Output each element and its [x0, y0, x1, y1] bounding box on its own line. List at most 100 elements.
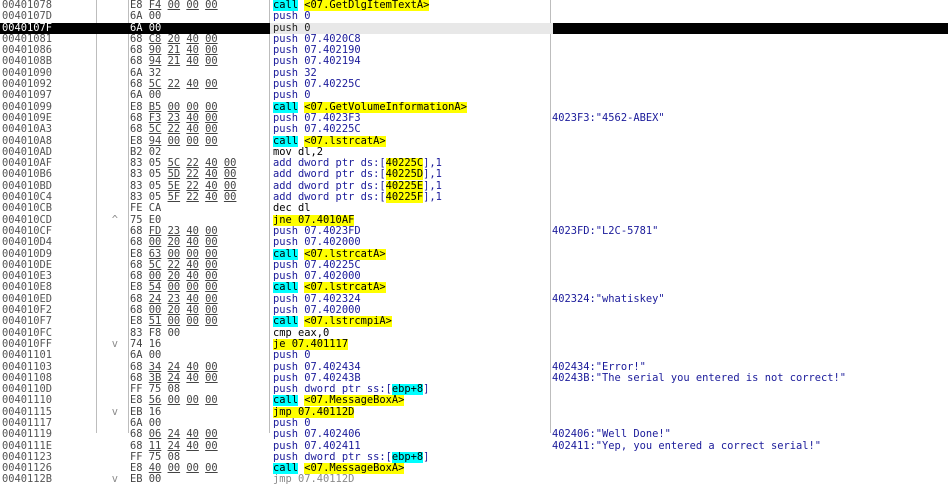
instruction-cell: push 0 [270, 22, 553, 34]
instruction-cell: add dword ptr ds:[40225C],1 [270, 158, 553, 170]
instruction-cell: mov dl,2 [270, 147, 553, 158]
disasm-row[interactable]: 00401117 6A 00 push 0 [0, 418, 948, 429]
disasm-row[interactable]: 00401103 68 34 24 40 00 push 07.402434 4024… [0, 362, 948, 373]
call-target[interactable]: <07.lstrcatA> [304, 135, 386, 147]
disasm-row[interactable]: 004010ED 68 24 23 40 00 push 07.402324 4023… [0, 294, 948, 305]
call-target[interactable]: <07.GetDlgItemTextA> [304, 0, 430, 11]
disasm-row[interactable]: 0040109E 68 F3 23 40 00 push 07.4023F3 4023… [0, 113, 948, 124]
instruction-text: push dword ptr ss:[ [273, 451, 392, 463]
bytes-cell: E8 56 00 00 00 [130, 395, 218, 407]
disasm-row[interactable]: 0040111E 68 11 24 40 00 push 07.402411 4024… [0, 441, 948, 452]
disasm-row[interactable]: 00401126 E8 40 00 00 00 call <07.MessageBo… [0, 463, 948, 475]
call-target[interactable]: <07.GetVolumeInformationA> [304, 101, 467, 113]
instruction-cell: add dword ptr ds:[40225D],1 [270, 169, 553, 181]
instruction-text: push 07.402190 [273, 45, 361, 57]
call-target[interactable]: <07.MessageBoxA> [304, 463, 405, 475]
disasm-row[interactable]: 00401078 E8 F4 00 00 00 call <07.GetDlgIte… [0, 0, 948, 11]
disasm-row[interactable]: 00401081 68 C8 20 40 00 push 07.4020C8 [0, 34, 948, 45]
address-cell: 004010F7 [2, 316, 53, 328]
comment-cell [552, 316, 948, 327]
disasm-row[interactable]: 0040112B v EB 00 jmp 07.40112D [0, 474, 948, 485]
jump-arrow-cell [98, 102, 118, 113]
disasm-row[interactable]: 00401097 6A 00 push 0 [0, 90, 948, 101]
address-cell: 004010F2 [2, 305, 53, 317]
instruction-text: add dword ptr ds:[ [273, 169, 386, 181]
disasm-row[interactable]: 0040110D FF 75 08 push dword ptr ss:[ebp+8… [0, 384, 948, 396]
call-target[interactable]: <07.MessageBoxA> [304, 395, 405, 407]
address-cell: 004010B6 [2, 169, 53, 181]
bytes-cell: 68 90 21 40 00 [130, 45, 218, 57]
disasm-row[interactable]: 00401099 E8 B5 00 00 00 call <07.GetVolume… [0, 101, 948, 113]
operand-highlight: ebp+8 [391, 384, 424, 396]
disasm-row[interactable]: 004010AD B2 02 mov dl,2 [0, 147, 948, 158]
instruction-text: dec dl [273, 203, 311, 215]
instruction-text: push 0 [273, 22, 311, 34]
disasm-row[interactable]: 00401090 6A 32 push 32 [0, 68, 948, 79]
instruction-text: add dword ptr ds:[ [273, 158, 386, 170]
instruction-cell: push 07.402194 [270, 56, 553, 67]
disasm-row[interactable]: 00401110 E8 56 00 00 00 call <07.MessageBo… [0, 395, 948, 407]
disasm-row[interactable]: 004010F7 E8 51 00 00 00 call <07.lstrcmpiA… [0, 316, 948, 328]
disasm-row[interactable]: 004010CD ^ 75 E0 jne 07.4010AF [0, 214, 948, 226]
comment-cell: 402406:"Well Done!" [552, 429, 671, 441]
jump-instruction[interactable]: jmp 07.40112D [273, 406, 355, 418]
disasm-row[interactable]: 00401086 68 90 21 40 00 push 07.402190 [0, 45, 948, 56]
instruction-cell: push 07.4023FD [270, 226, 553, 237]
disasm-row[interactable]: 004010D4 68 00 20 40 00 push 07.402000 [0, 237, 948, 248]
instruction-cell: push 07.402190 [270, 45, 553, 56]
bytes-cell: EB 16 [130, 406, 162, 418]
jump-arrow-cell [98, 362, 118, 373]
disasm-row[interactable]: 00401119 68 06 24 40 00 push 07.402406 4024… [0, 429, 948, 440]
operand-highlight: ebp+8 [391, 451, 424, 463]
disasm-row[interactable]: 004010FF v 74 16 je 07.401117 [0, 338, 948, 350]
instruction-text: add dword ptr ds:[ [273, 192, 386, 204]
disasm-row[interactable]: 004010FC 83 F8 00 cmp eax,0 [0, 328, 948, 339]
disasm-row[interactable]: 004010D9 E8 63 00 00 00 call <07.lstrcatA> [0, 248, 948, 260]
jump-instruction[interactable]: je 07.401117 [273, 338, 349, 350]
bytes-cell: 68 3B 24 40 00 [130, 372, 218, 384]
disassembly-view[interactable]: 00401078 E8 F4 00 00 00 call <07.GetDlgIte… [0, 0, 948, 485]
disasm-row[interactable]: 00401108 68 3B 24 40 00 push 07.40243B 4024… [0, 373, 948, 384]
address-cell: 00401099 [2, 101, 53, 113]
disasm-row[interactable]: 004010CB FE CA dec dl [0, 203, 948, 214]
disasm-row[interactable]: 0040107F 6A 00 push 0 [0, 22, 948, 34]
call-target[interactable]: <07.lstrcmpiA> [304, 316, 392, 328]
address-cell: 004010D4 [2, 237, 53, 249]
bytes-cell: 68 24 23 40 00 [130, 293, 218, 305]
disasm-row[interactable]: 00401092 68 5C 22 40 00 push 07.40225C [0, 79, 948, 90]
disasm-row[interactable]: 004010C4 83 05 5F 22 40 00 add dword ptr d… [0, 192, 948, 204]
disasm-row[interactable]: 004010A3 68 5C 22 40 00 push 07.40225C [0, 124, 948, 135]
disasm-row[interactable]: 004010E3 68 00 20 40 00 push 07.402000 [0, 271, 948, 282]
address-cell: 00401119 [2, 429, 53, 441]
instruction-text: push 32 [273, 67, 317, 79]
instruction-text: ],1 [423, 180, 442, 192]
instruction-cell: call <07.GetDlgItemTextA> [270, 0, 553, 11]
disasm-row[interactable]: 004010AF 83 05 5C 22 40 00 add dword ptr d… [0, 158, 948, 170]
disasm-row[interactable]: 0040107D 6A 00 push 0 [0, 11, 948, 22]
disasm-row[interactable]: 004010A8 E8 94 00 00 00 call <07.lstrcatA> [0, 135, 948, 147]
disasm-row[interactable]: 004010BD 83 05 5E 22 40 00 add dword ptr d… [0, 180, 948, 192]
call-target[interactable]: <07.lstrcatA> [304, 248, 386, 260]
instruction-cell: push 07.4023F3 [270, 113, 553, 124]
disasm-row[interactable]: 004010F2 68 00 20 40 00 push 07.402000 [0, 305, 948, 316]
call-target[interactable]: <07.lstrcatA> [304, 282, 386, 294]
comment-cell [552, 90, 948, 101]
instruction-text: push 07.40225C [273, 124, 361, 136]
disasm-row[interactable]: 004010B6 83 05 5D 22 40 00 add dword ptr d… [0, 169, 948, 181]
jump-arrow-cell [98, 452, 118, 463]
comment-cell [552, 45, 948, 56]
disasm-row[interactable]: 004010DE 68 5C 22 40 00 push 07.40225C [0, 260, 948, 271]
comment-cell [552, 181, 948, 192]
jump-instruction[interactable]: jne 07.4010AF [273, 214, 355, 226]
comment-cell [552, 260, 948, 271]
disasm-row[interactable]: 004010E8 E8 54 00 00 00 call <07.lstrcatA> [0, 282, 948, 294]
disasm-row[interactable]: 00401123 FF 75 08 push dword ptr ss:[ebp+8… [0, 451, 948, 463]
comment-cell [552, 34, 948, 45]
address-cell: 004010E3 [2, 271, 53, 283]
disasm-row[interactable]: 004010CF 68 FD 23 40 00 push 07.4023FD 4023… [0, 226, 948, 237]
instruction-cell: call <07.lstrcatA> [270, 135, 553, 147]
instruction-cell: push 07.40225C [270, 79, 553, 90]
disasm-row[interactable]: 00401101 6A 00 push 0 [0, 350, 948, 361]
disasm-row[interactable]: 0040108B 68 94 21 40 00 push 07.402194 [0, 56, 948, 67]
disasm-row[interactable]: 00401115 v EB 16 jmp 07.40112D [0, 406, 948, 418]
